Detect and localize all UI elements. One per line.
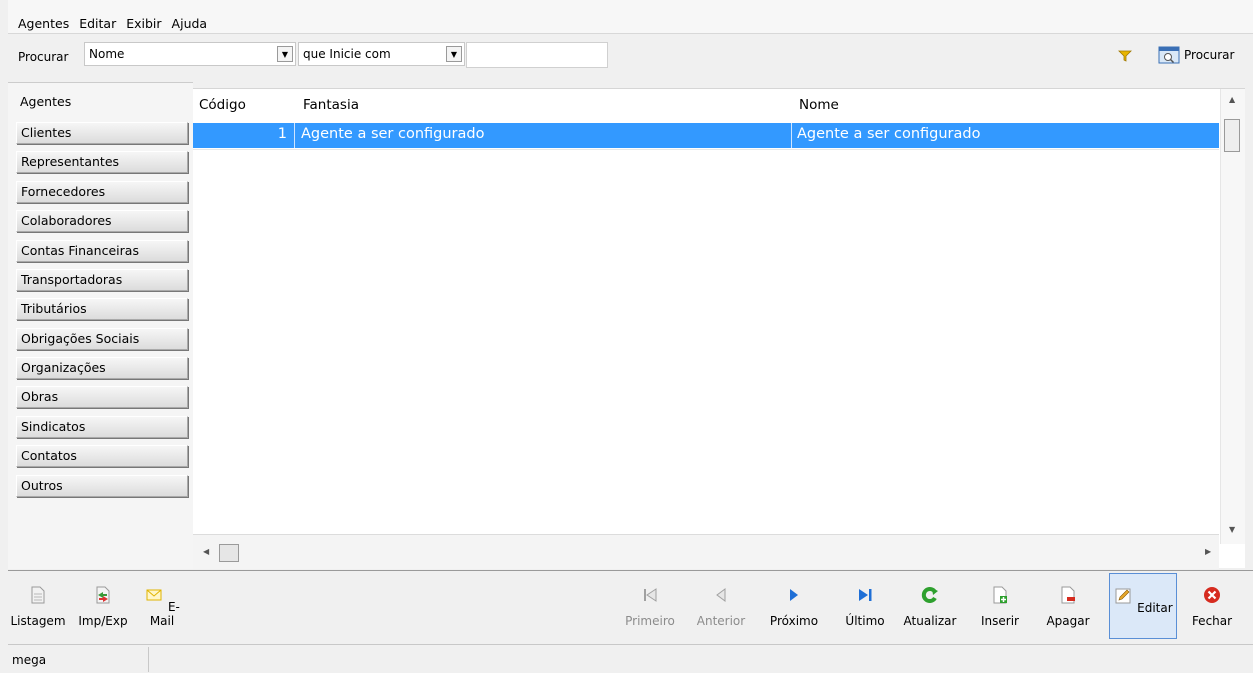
menu-exibir[interactable]: Exibir [126, 16, 167, 31]
impexp-label: Imp/Exp [78, 614, 128, 628]
chevron-down-icon[interactable]: ▼ [446, 46, 462, 62]
horizontal-scroll-thumb[interactable] [219, 544, 239, 562]
scroll-up-icon[interactable]: ▲ [1229, 95, 1235, 104]
search-button[interactable]: Procurar [1158, 46, 1234, 64]
apagar-button[interactable]: Apagar [1040, 585, 1096, 628]
menu-agentes[interactable]: Agentes [18, 16, 75, 31]
previous-record-icon [716, 588, 726, 602]
editar-button[interactable]: Editar [1109, 573, 1177, 639]
primeiro-label: Primeiro [625, 614, 675, 628]
vertical-scroll-thumb[interactable] [1224, 119, 1240, 152]
atualizar-label: Atualizar [903, 614, 957, 628]
ultimo-label: Último [845, 614, 885, 628]
refresh-icon [921, 587, 938, 603]
cell-codigo: 1 [277, 126, 287, 142]
listagem-button[interactable]: Listagem [10, 585, 66, 628]
category-transportadoras[interactable]: Transportadoras [16, 269, 188, 291]
agents-grid[interactable]: Código Fantasia Nome 1 Agente a ser conf… [193, 88, 1245, 569]
category-sindicatos[interactable]: Sindicatos [16, 416, 188, 438]
menu-bar: Agentes Editar Exibir Ajuda [8, 0, 1253, 34]
search-bar: Procurar Nome ▼ que Inicie com ▼ Procura… [8, 34, 1253, 80]
search-window-icon [1158, 46, 1180, 64]
filter-icon[interactable] [1118, 49, 1132, 63]
primeiro-button[interactable]: Primeiro [620, 585, 680, 628]
category-agentes[interactable]: Agentes [16, 92, 188, 114]
anterior-button[interactable]: Anterior [690, 585, 752, 628]
menu-editar[interactable]: Editar [79, 16, 122, 31]
atualizar-button[interactable]: Atualizar [898, 585, 962, 628]
next-record-icon [790, 589, 798, 601]
search-condition-select[interactable]: que Inicie com ▼ [298, 42, 465, 66]
search-input[interactable] [466, 42, 608, 68]
menu-ajuda[interactable]: Ajuda [172, 16, 214, 31]
category-contas-financeiras[interactable]: Contas Financeiras [16, 240, 188, 262]
delete-icon [1061, 586, 1075, 604]
category-representantes[interactable]: Representantes [16, 151, 188, 173]
column-header-codigo[interactable]: Código [199, 97, 246, 113]
column-header-fantasia[interactable]: Fantasia [303, 97, 359, 113]
search-label: Procurar [18, 50, 69, 64]
category-clientes[interactable]: Clientes [16, 122, 188, 144]
listagem-label: Listagem [10, 614, 66, 628]
status-divider [148, 647, 149, 672]
category-obras[interactable]: Obras [16, 386, 188, 408]
anterior-label: Anterior [696, 614, 746, 628]
status-text: mega [12, 653, 47, 667]
category-outros[interactable]: Outros [16, 475, 188, 497]
apagar-label: Apagar [1046, 614, 1090, 628]
fechar-button[interactable]: Fechar [1188, 585, 1236, 628]
cell-fantasia: Agente a ser configurado [301, 126, 485, 142]
email-button[interactable]: E-Mail [140, 585, 184, 628]
search-button-label: Procurar [1184, 48, 1235, 62]
proximo-button[interactable]: Próximo [764, 585, 824, 628]
proximo-label: Próximo [769, 614, 819, 628]
fechar-label: Fechar [1191, 614, 1233, 628]
column-header-nome[interactable]: Nome [799, 97, 839, 113]
vertical-scrollbar[interactable]: ▲ ▼ [1220, 89, 1245, 544]
editar-label: Editar [1137, 601, 1173, 615]
close-icon [1204, 587, 1220, 603]
category-obrigacoes-sociais[interactable]: Obrigações Sociais [16, 328, 188, 350]
category-panel: Agentes Clientes Representantes Forneced… [8, 82, 193, 569]
status-bar: mega [8, 644, 1253, 673]
last-record-icon [859, 589, 872, 601]
scroll-down-icon[interactable]: ▼ [1229, 525, 1235, 534]
category-fornecedores[interactable]: Fornecedores [16, 181, 188, 203]
document-icon [31, 586, 45, 604]
category-organizacoes[interactable]: Organizações [16, 357, 188, 379]
search-field-select[interactable]: Nome ▼ [84, 42, 296, 66]
inserir-button[interactable]: Inserir [976, 585, 1024, 628]
first-record-icon [644, 588, 657, 602]
email-icon [146, 589, 162, 601]
search-field-value: Nome [89, 47, 125, 61]
scroll-left-icon[interactable]: ◀ [203, 547, 209, 556]
chevron-down-icon[interactable]: ▼ [277, 46, 293, 62]
edit-icon [1115, 588, 1131, 604]
ultimo-button[interactable]: Último [842, 585, 888, 628]
category-colaboradores[interactable]: Colaboradores [16, 210, 188, 232]
cell-nome: Agente a ser configurado [797, 126, 981, 142]
category-tributarios[interactable]: Tributários [16, 298, 188, 320]
horizontal-scrollbar[interactable]: ◀ ▶ [193, 534, 1219, 569]
inserir-label: Inserir [981, 614, 1019, 628]
impexp-button[interactable]: Imp/Exp [76, 585, 130, 628]
scroll-right-icon[interactable]: ▶ [1205, 547, 1211, 556]
category-contatos[interactable]: Contatos [16, 445, 188, 467]
table-row[interactable]: 1 Agente a ser configurado Agente a ser … [193, 123, 1219, 148]
search-condition-value: que Inicie com [303, 47, 391, 61]
bottom-toolbar: Listagem Imp/Exp E-Mail Primeiro Anterio… [8, 570, 1253, 642]
import-export-icon [96, 586, 110, 604]
insert-icon [993, 586, 1007, 604]
